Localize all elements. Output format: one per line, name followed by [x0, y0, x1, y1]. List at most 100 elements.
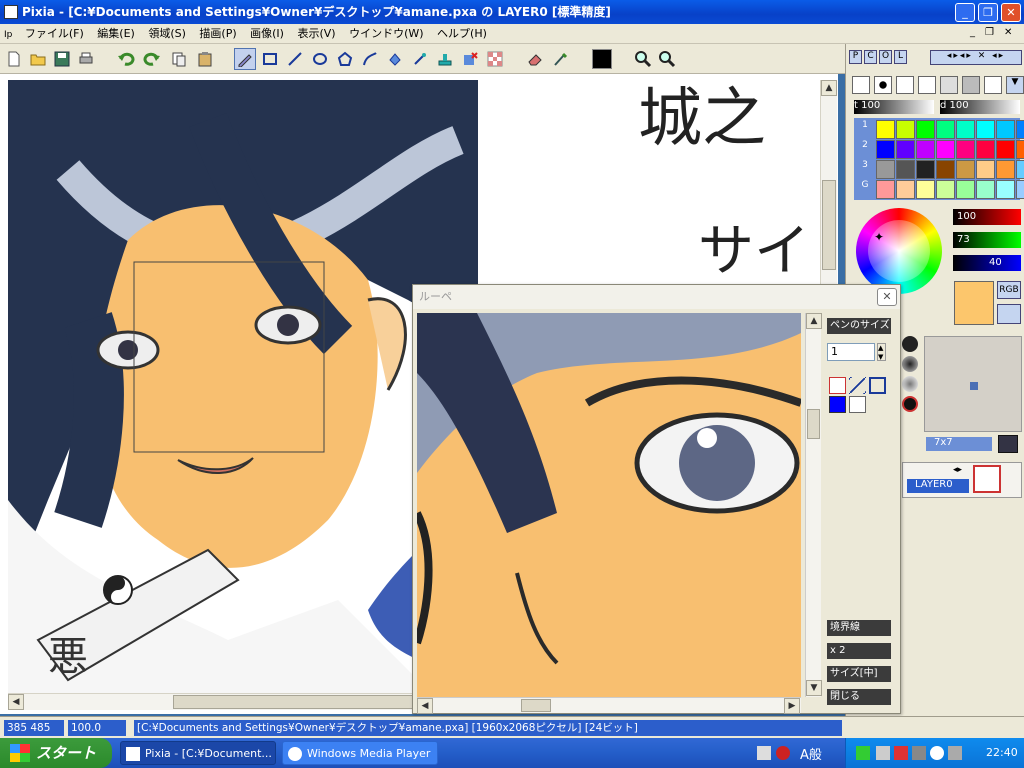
palette-swatch[interactable] [876, 180, 895, 199]
palette-swatch[interactable] [916, 120, 935, 139]
palette-swatch[interactable] [996, 140, 1015, 159]
eraser-icon[interactable] [524, 48, 546, 70]
tab-c[interactable]: C [864, 50, 877, 64]
child-minimize-button[interactable]: _ [970, 27, 985, 38]
tab-o[interactable]: O [879, 50, 892, 64]
size-medium-button[interactable]: サイズ[中] [827, 666, 891, 682]
loupe-vscroll-thumb[interactable] [807, 409, 820, 439]
current-color-swatch[interactable] [954, 281, 994, 325]
brush-square-icon[interactable] [962, 76, 980, 94]
undo-icon[interactable] [115, 48, 137, 70]
palette-swatch[interactable] [936, 180, 955, 199]
close-button[interactable]: ✕ [1001, 3, 1021, 22]
loupe-color-icon[interactable] [829, 396, 846, 413]
rectangle-icon[interactable] [259, 48, 281, 70]
palette-swatch[interactable] [876, 120, 895, 139]
folder-icon[interactable] [997, 304, 1021, 324]
palette-swatch[interactable] [916, 160, 935, 179]
clear-icon[interactable] [459, 48, 481, 70]
palette-row-label[interactable]: 3 [856, 160, 874, 180]
palette-swatch[interactable] [1016, 140, 1024, 159]
loupe-scroll-left-icon[interactable]: ◀ [417, 698, 433, 714]
menu-draw[interactable]: 描画(P) [194, 24, 241, 44]
brush-pen-icon[interactable] [852, 76, 870, 94]
color-swatch-icon[interactable] [591, 48, 613, 70]
brush-shape-spray-icon[interactable] [902, 376, 918, 392]
window-titlebar[interactable]: Pixia - [C:¥Documents and Settings¥Owner… [0, 0, 1024, 24]
palette-swatch[interactable] [1016, 120, 1024, 139]
open-icon[interactable] [27, 48, 49, 70]
menu-window[interactable]: ウインドウ(W) [344, 24, 428, 44]
tray-update-icon[interactable] [930, 746, 944, 760]
loupe-stamp-icon[interactable] [849, 396, 866, 413]
child-restore-button[interactable]: ❐ [985, 27, 1004, 38]
palette-swatch[interactable] [956, 120, 975, 139]
loupe-scroll-up-icon[interactable]: ▲ [806, 313, 822, 329]
palette-row-label[interactable]: G [856, 180, 874, 200]
brush-spray-icon[interactable] [896, 76, 914, 94]
loupe-close-button[interactable]: ✕ [877, 288, 897, 306]
vscroll-thumb[interactable] [822, 180, 836, 270]
polygon-icon[interactable] [334, 48, 356, 70]
texture-icon[interactable] [998, 435, 1018, 453]
palette-swatch[interactable] [976, 180, 995, 199]
brush-dot-icon[interactable] [874, 76, 892, 94]
paste-icon[interactable] [194, 48, 216, 70]
print-icon[interactable] [75, 48, 97, 70]
palette-swatch[interactable] [956, 140, 975, 159]
pen-size-input[interactable]: 1 [827, 343, 875, 361]
layer-row[interactable]: LAYER0 [907, 479, 969, 493]
brush-size-label[interactable]: 7x7 [926, 437, 992, 451]
menu-help[interactable]: ヘルプ(H) [432, 24, 492, 44]
tab-l[interactable]: L [894, 50, 907, 64]
pixia-app-icon[interactable] [4, 5, 18, 19]
pen-icon[interactable] [234, 48, 256, 70]
palette-swatch[interactable] [916, 140, 935, 159]
document-icon[interactable]: Ip [0, 25, 16, 45]
save-icon[interactable] [51, 48, 73, 70]
blue-slider[interactable]: 40 [953, 255, 1021, 271]
green-slider[interactable]: 73 [953, 232, 1021, 248]
loupe-line-icon[interactable] [849, 377, 866, 394]
palette-swatch[interactable] [1016, 160, 1024, 179]
clock[interactable]: 22:40 [986, 738, 1018, 768]
ellipse-icon[interactable] [309, 48, 331, 70]
zoom-out-icon[interactable] [656, 48, 678, 70]
redo-icon[interactable] [141, 48, 163, 70]
ime-mode[interactable]: A般 [800, 744, 822, 763]
opacity-slider-d[interactable]: d 100 [940, 100, 1020, 114]
palette-swatch[interactable] [896, 140, 915, 159]
opacity-slider-t[interactable]: t 100 [854, 100, 934, 114]
palette-row-label[interactable]: 1 [856, 120, 874, 140]
menu-image[interactable]: 画像(I) [245, 24, 289, 44]
restore-button[interactable]: ❐ [978, 3, 998, 22]
brush-icon[interactable] [549, 48, 571, 70]
loupe-titlebar[interactable]: ルーペ [413, 285, 900, 309]
loupe-scroll-right-icon[interactable]: ▶ [784, 698, 800, 714]
tray-speaker-icon[interactable] [912, 746, 926, 760]
menu-edit[interactable]: 編集(E) [92, 24, 140, 44]
menu-view[interactable]: 表示(V) [292, 24, 340, 44]
palette-swatch[interactable] [896, 160, 915, 179]
border-button[interactable]: 境界線 [827, 620, 891, 636]
ime-icon[interactable] [776, 746, 790, 760]
red-slider[interactable]: 100 [953, 209, 1021, 225]
zoom-in-icon[interactable] [632, 48, 654, 70]
scroll-up-arrow-icon[interactable]: ▲ [821, 80, 837, 96]
stamp-icon[interactable] [434, 48, 456, 70]
palette-swatch[interactable] [936, 140, 955, 159]
loupe-scroll-down-icon[interactable]: ▼ [806, 680, 822, 696]
scroll-left-arrow-icon[interactable]: ◀ [8, 694, 24, 710]
tray-security-icon[interactable] [894, 746, 908, 760]
palette-swatch[interactable] [956, 160, 975, 179]
palette-swatch[interactable] [996, 120, 1015, 139]
brush-soft-icon[interactable] [940, 76, 958, 94]
zoom-x2-button[interactable]: x 2 [827, 643, 891, 659]
task-pixia[interactable]: Pixia - [C:¥Document... [120, 741, 276, 765]
minimize-button[interactable]: _ [955, 3, 975, 22]
palette-swatch[interactable] [876, 160, 895, 179]
keyboard-icon[interactable] [757, 746, 771, 760]
tray-usb-icon[interactable] [948, 746, 962, 760]
loupe-vertical-scrollbar[interactable]: ▲ ▼ [805, 313, 822, 697]
tray-network-icon[interactable] [856, 746, 870, 760]
